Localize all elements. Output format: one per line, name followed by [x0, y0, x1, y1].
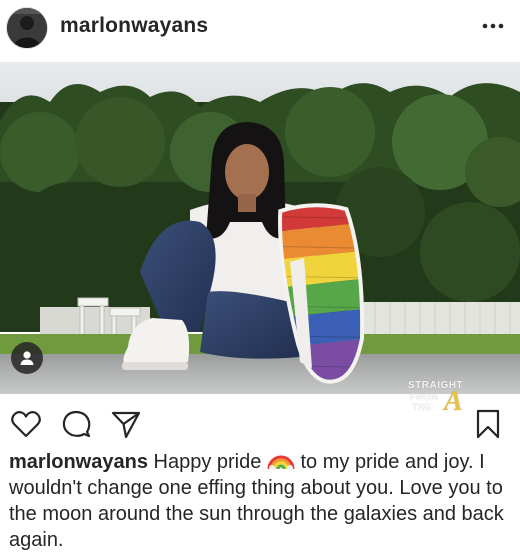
caption-text-before-emoji: Happy pride [153, 451, 262, 473]
rainbow-emoji-icon [267, 450, 295, 471]
post-username[interactable]: marlonwayans [60, 14, 208, 38]
heart-icon[interactable] [10, 408, 42, 440]
user-tag-icon[interactable] [11, 342, 43, 374]
bookmark-icon[interactable] [472, 408, 504, 440]
more-horizontal-icon[interactable] [478, 12, 508, 40]
caption-username[interactable]: marlonwayans [9, 451, 148, 473]
comment-icon[interactable] [60, 408, 92, 440]
paper-plane-icon[interactable] [110, 408, 142, 440]
action-bar [0, 400, 520, 446]
post-photo[interactable] [0, 62, 520, 394]
post-caption: marlonwayans Happy pride to my pride and… [9, 449, 514, 553]
post-header: marlonwayans [0, 0, 520, 58]
avatar[interactable] [6, 7, 48, 49]
